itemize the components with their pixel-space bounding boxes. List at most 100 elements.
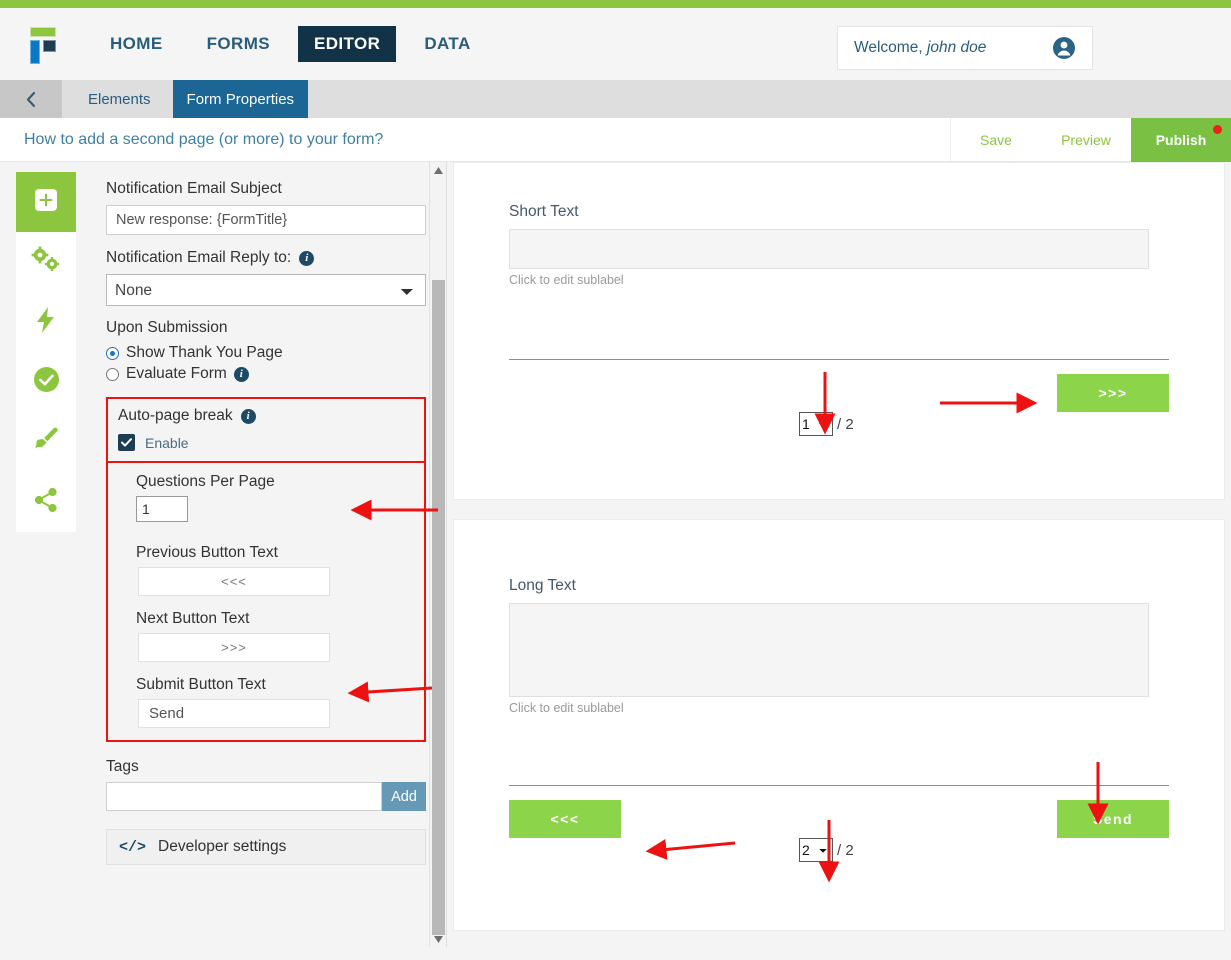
logo-navy-square [43,40,56,52]
radio-thank-you-label: Show Thank You Page [126,344,283,361]
nav-link-forms[interactable]: FORMS [191,26,286,62]
previous-button-text-input[interactable] [138,567,330,596]
radio-row-evaluate[interactable]: Evaluate Form i [106,365,426,383]
page-1-select[interactable]: 1 [799,412,833,436]
page-2-select[interactable]: 2 [799,838,833,862]
short-text-field-label[interactable]: Short Text [454,163,1224,229]
publish-button[interactable]: Publish [1131,117,1231,162]
auto-page-break-label-row: Auto-page break i [118,407,414,425]
submit-form-button[interactable]: Send [1057,800,1169,838]
scroll-up-arrow-icon[interactable] [430,162,446,178]
plus-square-icon [33,187,59,218]
scroll-down-arrow-icon[interactable] [430,931,446,947]
enable-label: Enable [145,434,189,451]
reply-to-label: Notification Email Reply to: [106,249,292,266]
auto-page-break-settings: Questions Per Page Previous Button Text … [106,463,426,742]
code-icon: </> [119,838,147,856]
long-text-input[interactable] [509,603,1149,697]
auto-page-break-label: Auto-page break [118,407,233,424]
logo-green-bar [30,27,56,37]
questions-per-page-label: Questions Per Page [136,473,275,490]
info-icon-reply-to[interactable]: i [299,250,315,266]
secondary-toolbar: Elements Form Properties [0,80,1231,118]
short-text-input[interactable] [509,229,1149,269]
welcome-username: john doe [926,39,987,56]
page-1-button-row: 1 / 2 >>> [454,360,1224,436]
formsite-logo[interactable] [22,22,66,66]
form-properties-panel: Notification Email Subject Notification … [92,162,447,947]
next-button-text-input[interactable] [138,633,330,662]
tags-label: Tags [106,758,139,775]
long-text-sublabel[interactable]: Click to edit sublabel [454,697,1224,715]
developer-settings-label: Developer settings [158,838,287,855]
lightning-bolt-icon [34,306,58,339]
welcome-text: Welcome, john doe [854,39,986,57]
rail-item-settings[interactable] [16,232,76,292]
questions-per-page-input[interactable] [136,496,188,522]
tags-input[interactable] [106,782,382,811]
next-button-text-label: Next Button Text [136,610,250,627]
main-navbar: HOME FORMS EDITOR DATA Welcome, john doe [0,8,1231,80]
reply-to-label-row: Notification Email Reply to: i [106,249,426,267]
info-icon-auto-page-break[interactable]: i [240,408,256,424]
publish-status-dot-icon [1213,124,1222,134]
preview-page-2-card: Long Text Click to edit sublabel <<< 2 /… [453,519,1225,931]
properties-scrollbar[interactable] [429,162,446,947]
add-tag-button[interactable]: Add [382,782,426,811]
info-icon-evaluate[interactable]: i [233,366,249,382]
user-avatar-icon[interactable] [1052,36,1076,60]
upon-submission-label: Upon Submission [106,319,228,336]
preview-page-1-card: Short Text Click to edit sublabel 1 / 2 … [453,162,1225,500]
page-1-total: / 2 [837,415,854,433]
form-title[interactable]: How to add a second page (or more) to yo… [0,117,951,162]
short-text-sublabel[interactable]: Click to edit sublabel [454,269,1224,287]
rail-item-validation[interactable] [16,352,76,412]
nav-link-editor[interactable]: EDITOR [298,26,397,62]
page-2-total: / 2 [837,841,854,859]
enable-checkbox[interactable] [118,434,135,451]
top-accent-strip [0,0,1231,8]
welcome-prefix: Welcome, [854,39,923,56]
developer-settings-row[interactable]: </> Developer settings [106,829,426,865]
workspace: Notification Email Subject Notification … [0,162,1231,947]
gears-icon [31,246,61,279]
tags-row: Add [106,782,426,811]
tool-rail [0,162,92,947]
nav-link-home[interactable]: HOME [94,26,179,62]
tab-form-properties[interactable]: Form Properties [172,80,309,118]
previous-button-text-label: Previous Button Text [136,544,278,561]
chevron-left-icon [24,90,39,109]
tab-elements[interactable]: Elements [74,80,165,118]
nav-links: HOME FORMS EDITOR DATA [94,26,499,62]
form-preview-pane: Short Text Click to edit sublabel 1 / 2 … [447,162,1231,947]
publish-label: Publish [1155,131,1207,148]
rail-item-style[interactable] [16,412,76,472]
radio-thank-you[interactable] [106,346,119,360]
radio-row-thank-you[interactable]: Show Thank You Page [106,344,426,362]
radio-evaluate[interactable] [106,367,119,381]
page-2-pager: 2 / 2 [799,838,854,862]
logo-blue-bar [30,40,40,64]
radio-evaluate-label: Evaluate Form [126,365,227,382]
submit-button-text-input[interactable] [138,699,330,728]
rail-item-share[interactable] [16,472,76,532]
preview-button[interactable]: Preview [1041,118,1131,162]
paintbrush-icon [33,426,60,458]
reply-to-select[interactable]: None [106,274,426,306]
long-text-field-label[interactable]: Long Text [454,520,1224,603]
notification-subject-input[interactable] [106,205,426,235]
rail-item-rules[interactable] [16,292,76,352]
scrollbar-thumb[interactable] [432,280,445,935]
enable-checkbox-row[interactable]: Enable [118,434,414,451]
share-nodes-icon [33,487,59,518]
auto-page-break-section: Auto-page break i Enable [106,397,426,463]
next-page-button[interactable]: >>> [1057,374,1169,412]
submit-button-text-label: Submit Button Text [136,676,266,693]
back-button[interactable] [0,80,62,118]
user-account-box[interactable]: Welcome, john doe [837,26,1093,70]
previous-page-button[interactable]: <<< [509,800,621,838]
rail-item-add[interactable] [16,172,76,232]
nav-link-data[interactable]: DATA [408,26,486,62]
scrollbar-track[interactable] [430,178,446,935]
save-button[interactable]: Save [951,118,1041,162]
